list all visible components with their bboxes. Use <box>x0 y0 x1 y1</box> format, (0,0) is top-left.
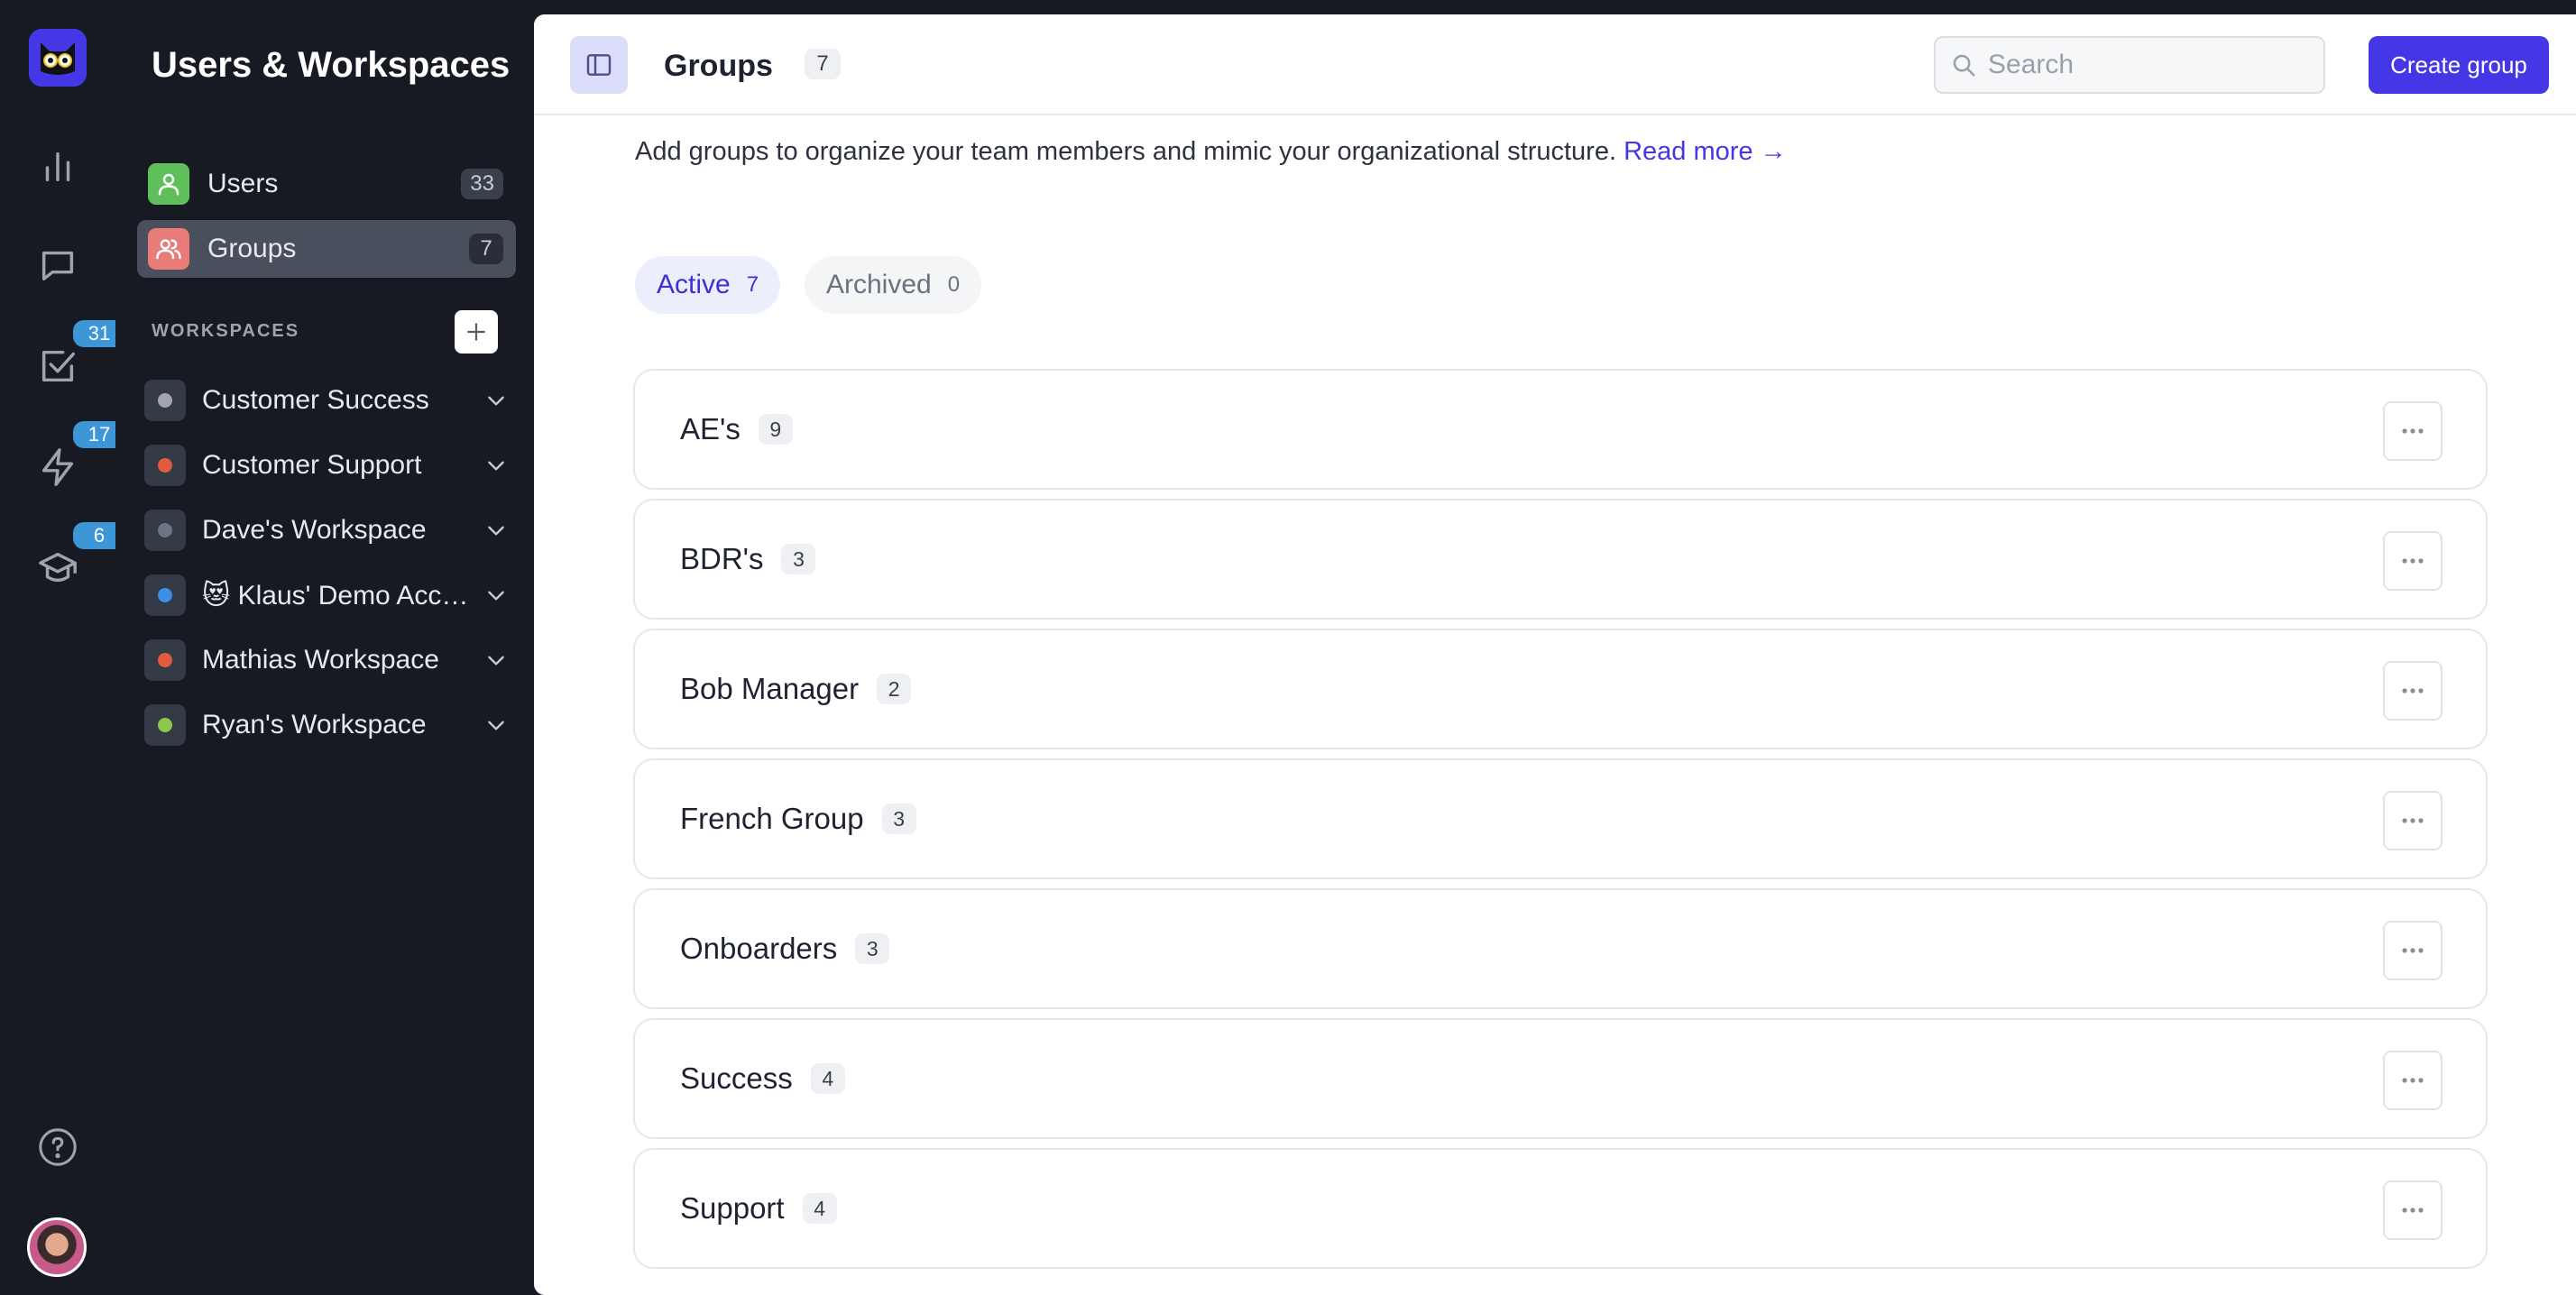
sidebar-panel-icon <box>586 54 612 76</box>
more-options-button[interactable] <box>2383 791 2443 850</box>
ellipsis-icon <box>2402 428 2424 434</box>
group-row[interactable]: BDR's 3 <box>633 499 2488 620</box>
sidebar-item-label: Users <box>207 169 279 198</box>
group-member-count: 4 <box>802 1193 837 1224</box>
sidebar: Users & Workspaces Users 33 Groups 7 WOR… <box>115 0 534 1295</box>
icon-rail: 31 17 6 <box>0 0 128 1295</box>
help-circle-icon[interactable] <box>31 1120 85 1174</box>
group-member-count: 2 <box>877 674 912 704</box>
workspace-color-icon <box>144 445 186 486</box>
add-workspace-button[interactable] <box>455 310 498 354</box>
create-group-button[interactable]: Create group <box>2369 36 2549 94</box>
sidebar-item-label: Groups <box>207 234 297 263</box>
workspace-item[interactable]: 😻 Klaus' Demo Acc… <box>144 570 516 620</box>
group-member-count: 4 <box>810 1063 845 1094</box>
sidebar-toggle-button[interactable] <box>570 36 628 94</box>
group-member-count: 9 <box>758 414 793 445</box>
workspace-item[interactable]: Customer Support <box>144 440 516 491</box>
group-row[interactable]: Bob Manager 2 <box>633 629 2488 749</box>
more-options-button[interactable] <box>2383 401 2443 461</box>
search-box[interactable] <box>1934 36 2325 94</box>
top-bar: Groups 7 Create group <box>534 14 2576 115</box>
group-name: Support <box>680 1191 785 1225</box>
workspace-label: Customer Support <box>202 450 422 480</box>
workspace-color-icon <box>144 704 186 746</box>
tab-archived[interactable]: Archived 0 <box>805 256 982 314</box>
group-name: Onboarders <box>680 932 838 965</box>
user-avatar[interactable] <box>27 1217 87 1277</box>
intro-description: Add groups to organize your team members… <box>635 137 1617 166</box>
workspace-label: Ryan's Workspace <box>202 710 427 739</box>
group-row[interactable]: AE's 9 <box>633 369 2488 490</box>
ellipsis-icon <box>2402 818 2424 823</box>
group-name: French Group <box>680 802 864 835</box>
workspace-color-icon <box>144 639 186 681</box>
group-row[interactable]: Success 4 <box>633 1018 2488 1139</box>
intro-text: Add groups to organize your team members… <box>635 137 1787 167</box>
workspace-color-icon <box>144 574 186 616</box>
group-name: BDR's <box>680 542 764 575</box>
chevron-down-icon[interactable] <box>476 510 516 550</box>
page-title: Groups <box>664 49 773 83</box>
group-name: AE's <box>680 412 741 445</box>
search-icon <box>1953 54 1975 77</box>
ellipsis-icon <box>2402 688 2424 693</box>
sidebar-title: Users & Workspaces <box>152 45 511 85</box>
read-more-link[interactable]: Read more → <box>1624 137 1787 166</box>
workspace-color-icon <box>144 380 186 421</box>
workspace-color-icon <box>144 510 186 551</box>
users-count-badge: 33 <box>461 169 503 199</box>
chat-bubble-icon[interactable] <box>31 238 85 292</box>
bar-chart-icon[interactable] <box>31 139 85 193</box>
workspace-item[interactable]: Dave's Workspace <box>144 505 516 556</box>
chevron-down-icon[interactable] <box>476 445 516 485</box>
group-member-count: 3 <box>781 544 816 574</box>
group-row[interactable]: Onboarders 3 <box>633 888 2488 1009</box>
more-options-button[interactable] <box>2383 661 2443 721</box>
user-icon <box>148 163 189 205</box>
workspace-item[interactable]: Customer Success <box>144 375 516 426</box>
ellipsis-icon <box>2402 558 2424 564</box>
main-content: Groups 7 Create group Add groups to orga… <box>534 14 2576 1295</box>
group-row[interactable]: Support 4 <box>633 1148 2488 1269</box>
group-member-count: 3 <box>855 933 890 964</box>
chevron-down-icon[interactable] <box>476 640 516 680</box>
ellipsis-icon <box>2402 948 2424 953</box>
more-options-button[interactable] <box>2383 921 2443 980</box>
more-options-button[interactable] <box>2383 1180 2443 1240</box>
tab-count: 7 <box>746 272 759 297</box>
ellipsis-icon <box>2402 1208 2424 1213</box>
ellipsis-icon <box>2402 1078 2424 1083</box>
group-member-count: 3 <box>881 804 916 834</box>
chevron-down-icon[interactable] <box>476 381 516 420</box>
workspace-label: Mathias Workspace <box>202 645 439 675</box>
page-title-count: 7 <box>805 49 841 79</box>
workspace-item[interactable]: Mathias Workspace <box>144 635 516 685</box>
workspace-label: 😻 Klaus' Demo Acc… <box>202 580 469 611</box>
more-options-button[interactable] <box>2383 1051 2443 1110</box>
group-name: Bob Manager <box>680 672 860 705</box>
group-row[interactable]: French Group 3 <box>633 758 2488 879</box>
sidebar-item-users[interactable]: Users 33 <box>137 155 516 213</box>
app-logo-icon[interactable] <box>29 29 87 87</box>
users-group-icon <box>148 228 189 270</box>
chevron-down-icon[interactable] <box>476 575 516 615</box>
tab-active[interactable]: Active 7 <box>635 256 781 314</box>
workspace-label: Dave's Workspace <box>202 515 427 545</box>
tab-label: Archived <box>826 270 932 299</box>
search-input[interactable] <box>1988 50 2313 80</box>
tab-count: 0 <box>947 272 961 297</box>
more-options-button[interactable] <box>2383 531 2443 591</box>
workspace-item[interactable]: Ryan's Workspace <box>144 700 516 750</box>
plus-icon <box>467 323 485 341</box>
group-name: Success <box>680 1061 793 1095</box>
chevron-down-icon[interactable] <box>476 705 516 745</box>
tab-label: Active <box>657 270 731 299</box>
workspace-label: Customer Success <box>202 385 429 415</box>
groups-count-badge: 7 <box>469 234 503 264</box>
workspaces-header: WORKSPACES <box>152 321 300 341</box>
sidebar-item-groups[interactable]: Groups 7 <box>137 220 516 278</box>
